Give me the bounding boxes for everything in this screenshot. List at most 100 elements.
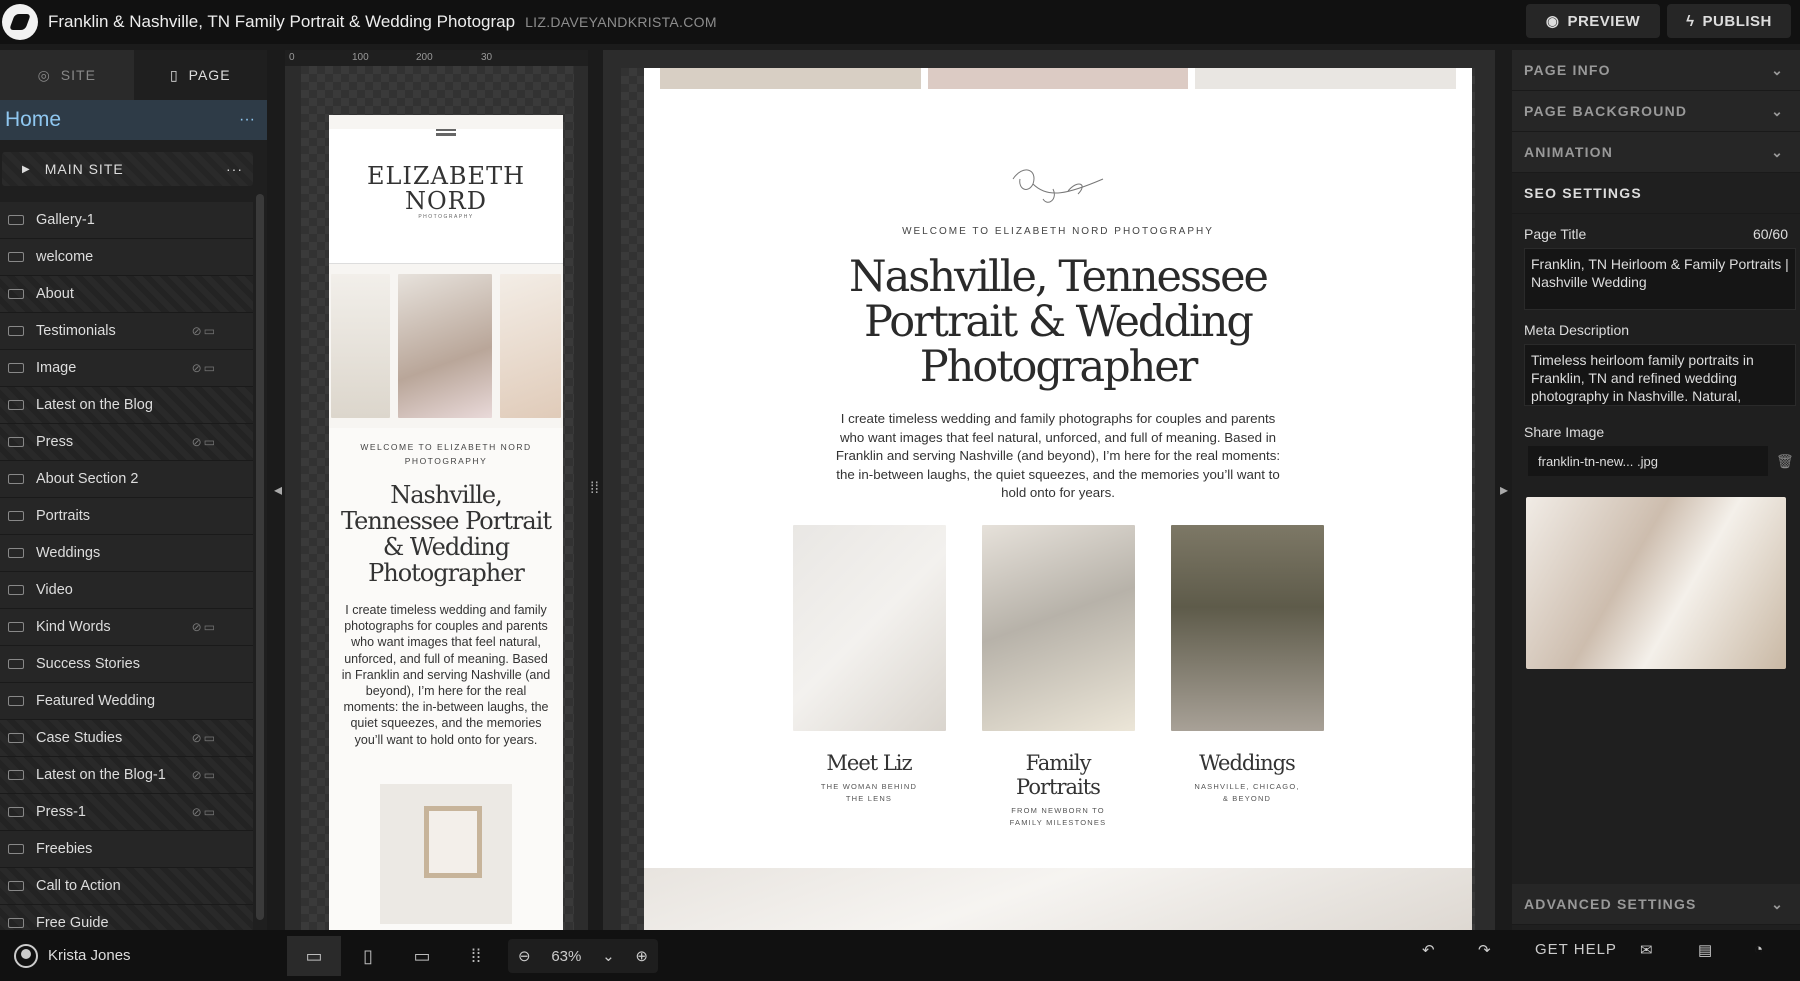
seo-settings-section[interactable]: SEO SETTINGS <box>1512 173 1800 214</box>
section-row[interactable]: Case Studies ⊘▭ <box>0 720 253 757</box>
section-icon <box>8 585 24 595</box>
preview-label: PREVIEW <box>1567 12 1641 30</box>
ruler-tick: 30 <box>481 52 493 63</box>
zoom-in-icon[interactable]: ⊕ <box>635 947 648 965</box>
grid-icon[interactable]: ⁞⁞ <box>449 936 503 976</box>
section-row[interactable]: Video <box>0 572 253 609</box>
section-icon <box>8 622 24 632</box>
animation-section[interactable]: ANIMATION ⌄ <box>1512 132 1800 173</box>
section-label: Freebies <box>36 841 93 857</box>
section-icon <box>8 844 24 854</box>
top-bar: Franklin & Nashville, TN Family Portrait… <box>0 0 1800 44</box>
section-row[interactable]: Testimonials ⊘▭ <box>0 313 253 350</box>
section-row[interactable]: Weddings <box>0 535 253 572</box>
section-label: About <box>36 286 74 302</box>
card-image <box>792 524 946 731</box>
page-background-section[interactable]: PAGE BACKGROUND ⌄ <box>1512 91 1800 132</box>
zoom-value[interactable]: 63% <box>551 948 581 965</box>
left-scrollbar[interactable] <box>256 194 264 920</box>
section-row[interactable]: About Section 2 <box>0 461 253 498</box>
page-more-icon[interactable]: ··· <box>239 111 255 129</box>
section-row[interactable]: Call to Action <box>0 868 253 905</box>
section-row[interactable]: Image ⊘▭ <box>0 350 253 387</box>
share-image-field[interactable]: franklin-tn-new... .jpg <box>1528 446 1768 476</box>
section-row[interactable]: About <box>0 276 253 313</box>
undo-icon[interactable]: ↶ <box>1422 941 1436 959</box>
desktop-mobile-view-icon[interactable]: ▭ <box>287 936 341 976</box>
globe-icon: ◎ <box>37 66 51 83</box>
section-label: SEO SETTINGS <box>1524 185 1642 201</box>
hidden-device-icon[interactable]: ⊘▭ <box>192 620 217 634</box>
trash-icon[interactable]: 🗑 <box>1776 453 1794 470</box>
site-url[interactable]: LIZ.DAVEYANDKRISTA.COM <box>525 14 717 30</box>
hidden-device-icon[interactable]: ⊘▭ <box>192 435 217 449</box>
page-selector[interactable]: Home ··· <box>0 100 267 140</box>
collapse-right-icon[interactable]: ▸ <box>1500 480 1508 500</box>
tab-site[interactable]: ◎ SITE <box>0 50 134 100</box>
section-label: Latest on the Blog <box>36 397 153 413</box>
card-family-portraits[interactable]: Family Portraits FROM NEWBORN TO FAMILY … <box>981 524 1135 830</box>
app-logo-icon[interactable] <box>2 4 38 40</box>
drag-handle-icon[interactable]: ⁞⁞ <box>590 480 599 498</box>
card-subtitle: FROM NEWBORN TO FAMILY MILESTONES <box>1009 805 1107 828</box>
docs-icon[interactable]: ▤ <box>1698 941 1713 959</box>
section-label: Image <box>36 360 77 376</box>
section-label: About Section 2 <box>36 471 139 487</box>
section-row[interactable]: Success Stories <box>0 646 253 683</box>
card-title: Meet Liz <box>826 750 912 775</box>
caret-right-icon[interactable]: ▶ <box>22 164 31 175</box>
section-row[interactable]: Featured Wedding <box>0 683 253 720</box>
redo-icon[interactable]: ↷ <box>1478 941 1492 959</box>
share-image-preview[interactable] <box>1526 497 1786 669</box>
main-site-row[interactable]: ▶ MAIN SITE ··· <box>2 152 253 186</box>
feature-cards: Meet Liz THE WOMAN BEHIND THE LENS Famil… <box>644 524 1472 830</box>
get-help-button[interactable]: GET HELP <box>1535 941 1617 958</box>
page-info-section[interactable]: PAGE INFO ⌄ <box>1512 50 1800 91</box>
section-row[interactable]: Freebies <box>0 831 253 868</box>
section-icon <box>8 807 24 817</box>
section-label: Weddings <box>36 545 101 561</box>
hidden-device-icon[interactable]: ⊘▭ <box>192 805 217 819</box>
desktop-canvas: WELCOME TO ELIZABETH NORD PHOTOGRAPHY Na… <box>603 50 1495 930</box>
section-row[interactable]: Latest on the Blog-1 ⊘▭ <box>0 757 253 794</box>
desktop-preview[interactable]: WELCOME TO ELIZABETH NORD PHOTOGRAPHY Na… <box>644 68 1472 930</box>
meta-description-field[interactable]: Timeless heirloom family portraits in Fr… <box>1524 344 1796 406</box>
hidden-device-icon[interactable]: ⊘▭ <box>192 361 217 375</box>
mobile-preview[interactable]: ELIZABETH NORD PHOTOGRAPHY WELCOME TO EL… <box>329 115 563 930</box>
section-row[interactable]: welcome <box>0 239 253 276</box>
hidden-device-icon[interactable]: ⊘▭ <box>192 324 217 338</box>
card-meet-liz[interactable]: Meet Liz THE WOMAN BEHIND THE LENS <box>792 524 946 830</box>
section-row[interactable]: Press-1 ⊘▭ <box>0 794 253 831</box>
section-row[interactable]: Free Guide <box>0 905 253 932</box>
share-image-label: Share Image <box>1524 424 1605 440</box>
section-row[interactable]: Portraits <box>0 498 253 535</box>
advanced-settings-section[interactable]: ADVANCED SETTINGS ⌄ <box>1512 884 1800 925</box>
section-row[interactable]: Gallery-1 <box>0 202 253 239</box>
section-row[interactable]: Kind Words ⊘▭ <box>0 609 253 646</box>
page-title-field[interactable]: Franklin, TN Heirloom & Family Portraits… <box>1524 248 1796 310</box>
collapse-left-icon[interactable]: ◂ <box>274 480 282 500</box>
card-weddings[interactable]: Weddings NASHVILLE, CHICAGO, & BEYOND <box>1170 524 1324 830</box>
mobile-view-icon[interactable]: ▯ <box>341 936 395 976</box>
user-menu[interactable]: Krista Jones <box>14 943 131 968</box>
section-label: Case Studies <box>36 730 123 746</box>
tab-page[interactable]: ▯ PAGE <box>133 50 267 100</box>
section-label: Portraits <box>36 508 90 524</box>
hidden-device-icon[interactable]: ⊘▭ <box>192 731 217 745</box>
section-row[interactable]: Latest on the Blog <box>0 387 253 424</box>
feedback-icon[interactable]: ✉ <box>1640 941 1654 959</box>
zoom-out-icon[interactable]: ⊖ <box>518 947 531 965</box>
hamburger-icon[interactable] <box>436 129 456 136</box>
avatar-icon <box>14 943 38 968</box>
main-site-more-icon[interactable]: ··· <box>226 161 243 177</box>
hidden-device-icon[interactable]: ⊘▭ <box>192 768 217 782</box>
chat-icon[interactable]: ◔ <box>1754 941 1764 958</box>
advanced-row[interactable]: ADVANCED SETTINGS ⌄ <box>1512 884 1800 925</box>
chevron-down-icon[interactable]: ⌄ <box>602 947 615 965</box>
preview-button[interactable]: ◉ PREVIEW <box>1526 4 1660 38</box>
section-row[interactable]: Press ⊘▭ <box>0 424 253 461</box>
desktop-view-icon[interactable]: ▭ <box>395 936 449 976</box>
publish-button[interactable]: ϟ PUBLISH <box>1667 4 1791 38</box>
section-label: welcome <box>36 249 94 265</box>
card-subtitle: NASHVILLE, CHICAGO, & BEYOND <box>1194 781 1300 804</box>
